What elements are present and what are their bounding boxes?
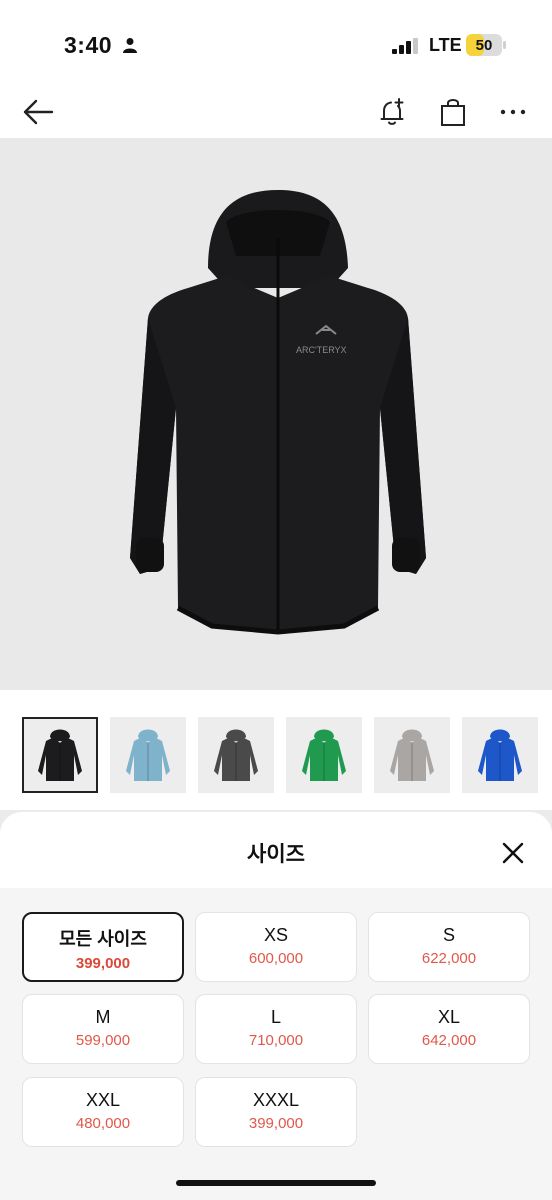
- battery-percent: 50: [475, 37, 493, 54]
- color-thumbnail-strip: [0, 690, 552, 810]
- size-option-xxxl[interactable]: XXXL 399,000: [195, 1077, 357, 1147]
- jacket-thumbnail-image: [390, 729, 434, 781]
- size-option-all[interactable]: 모든 사이즈 399,000: [22, 912, 184, 982]
- size-price: 622,000: [421, 950, 477, 967]
- network-label: LTE: [429, 35, 462, 55]
- more-dots-icon: [500, 109, 526, 115]
- svg-text:ARC'TERYX: ARC'TERYX: [296, 345, 347, 355]
- color-thumbnail[interactable]: [462, 717, 538, 793]
- close-icon: [502, 842, 524, 864]
- jacket-illustration: ARC'TERYX: [130, 190, 426, 635]
- size-option-s[interactable]: S 622,000: [368, 912, 530, 982]
- back-button[interactable]: [16, 90, 60, 134]
- jacket-thumbnail-image: [214, 729, 258, 781]
- size-price: 600,000: [248, 950, 304, 967]
- size-bottom-sheet: 사이즈 모든 사이즈 399,000 XS 600,000 S 622,000 …: [0, 812, 552, 1200]
- top-navbar: [0, 86, 552, 138]
- product-main-image[interactable]: ARC'TERYX: [0, 138, 552, 690]
- home-indicator[interactable]: [176, 1180, 376, 1186]
- size-option-xl[interactable]: XL 642,000: [368, 994, 530, 1064]
- size-label: L: [270, 1007, 281, 1027]
- jacket-thumbnail-image: [126, 729, 170, 781]
- size-label: XS: [263, 925, 288, 945]
- color-thumbnail[interactable]: [198, 717, 274, 793]
- size-price: 710,000: [248, 1032, 304, 1049]
- sheet-title: 사이즈: [247, 843, 305, 866]
- size-label: 모든 사이즈: [59, 929, 147, 949]
- size-label: M: [95, 1007, 111, 1027]
- color-thumbnail[interactable]: [22, 717, 98, 793]
- shopping-bag-button[interactable]: [431, 90, 475, 134]
- price-alert-button[interactable]: [371, 90, 415, 134]
- back-arrow-icon: [23, 99, 54, 125]
- size-option-xxl[interactable]: XXL 480,000: [22, 1077, 184, 1147]
- size-label: XL: [437, 1007, 461, 1027]
- status-bar: 3:40 LTE 50: [0, 0, 552, 86]
- battery-indicator: 50: [466, 34, 506, 56]
- status-time: 3:40: [64, 32, 113, 58]
- color-thumbnail[interactable]: [110, 717, 186, 793]
- size-label: XXXL: [252, 1090, 300, 1110]
- jacket-thumbnail-image: [302, 729, 346, 781]
- size-price: 480,000: [75, 1115, 131, 1132]
- size-option-xs[interactable]: XS 600,000: [195, 912, 357, 982]
- size-price: 642,000: [421, 1032, 477, 1049]
- shopping-bag-icon: [441, 99, 465, 126]
- size-price: 399,000: [75, 955, 131, 972]
- more-button[interactable]: [491, 90, 535, 134]
- jacket-thumbnail-image: [478, 729, 522, 781]
- bell-plus-icon: [380, 98, 404, 125]
- color-thumbnail[interactable]: [286, 717, 362, 793]
- size-label: XXL: [85, 1090, 121, 1110]
- size-options-grid: 모든 사이즈 399,000 XS 600,000 S 622,000 M 59…: [0, 888, 552, 1200]
- sheet-header: 사이즈: [0, 812, 552, 888]
- signal-icon: [392, 38, 418, 54]
- jacket-thumbnail-image: [38, 729, 82, 781]
- size-label: S: [442, 925, 455, 945]
- size-price: 599,000: [75, 1032, 131, 1049]
- person-icon: [123, 38, 137, 53]
- size-option-m[interactable]: M 599,000: [22, 994, 184, 1064]
- close-button[interactable]: [494, 834, 532, 872]
- size-price: 399,000: [248, 1115, 304, 1132]
- color-thumbnail[interactable]: [374, 717, 450, 793]
- size-option-l[interactable]: L 710,000: [195, 994, 357, 1064]
